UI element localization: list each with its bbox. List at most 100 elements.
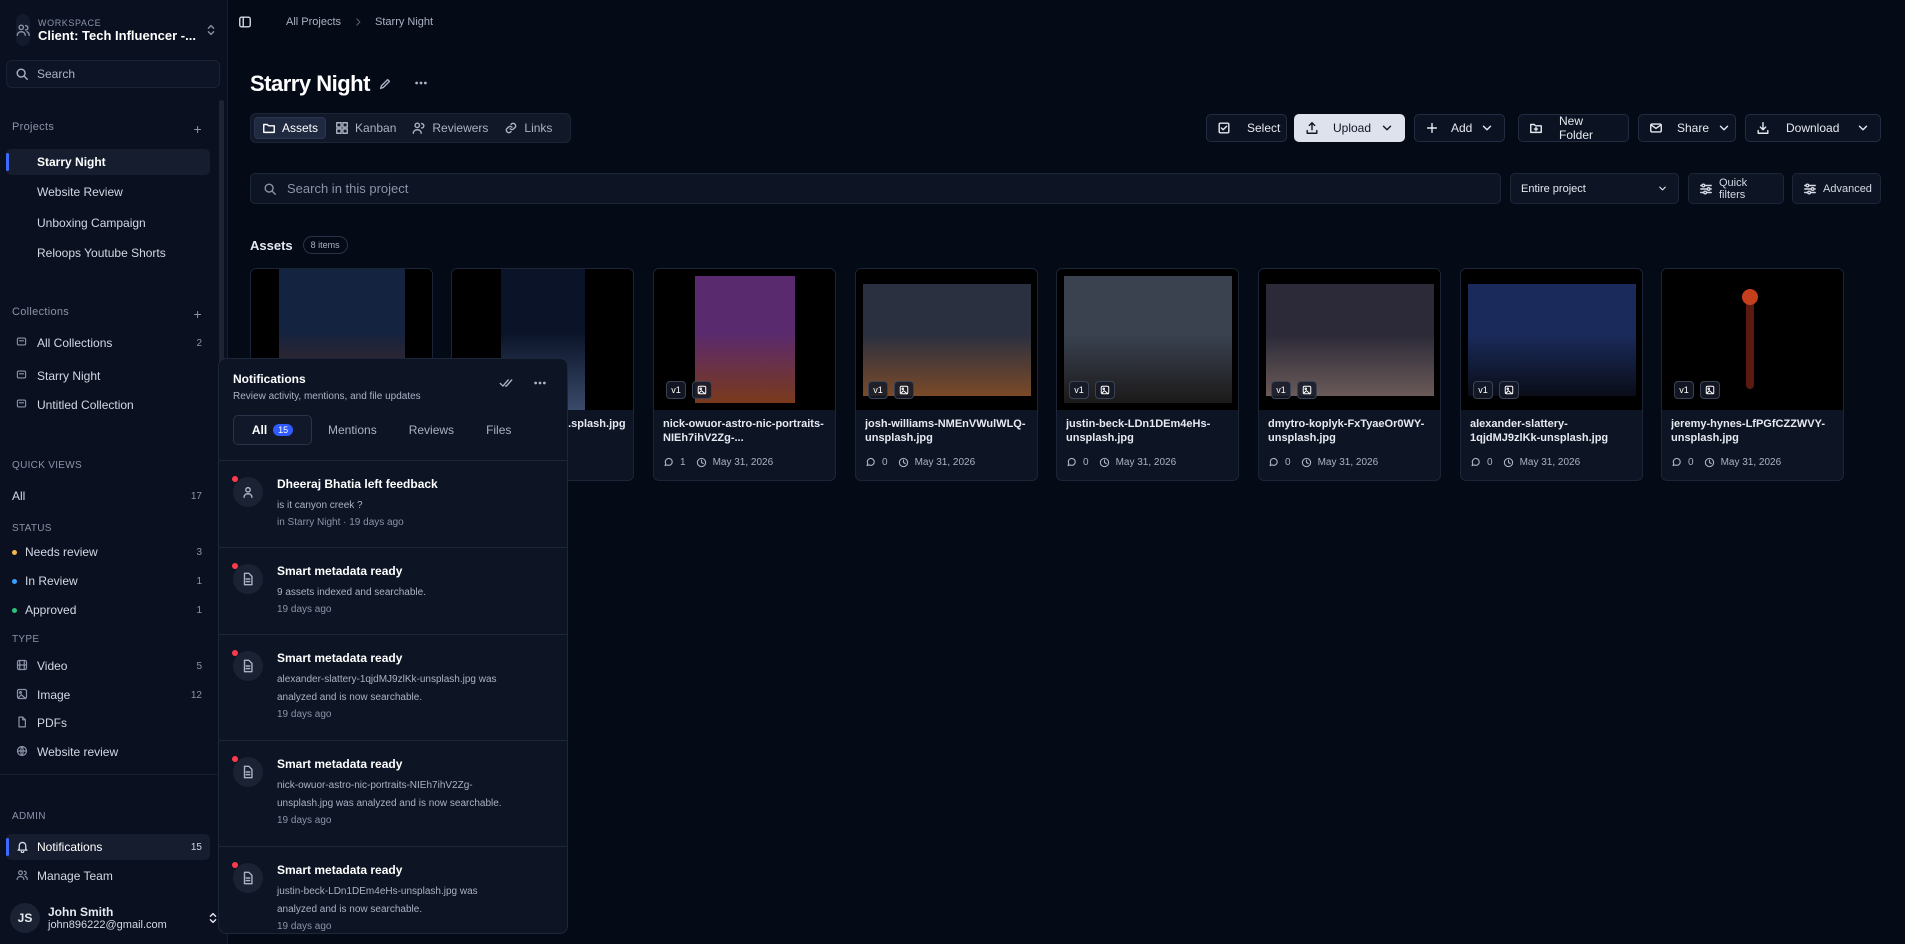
notification-item[interactable]: Smart metadata ready nick-owuor-astro-ni… bbox=[219, 740, 567, 846]
status-heading-label: STATUS bbox=[12, 523, 52, 534]
tab-label: Files bbox=[486, 423, 512, 437]
mark-all-read-icon[interactable] bbox=[499, 376, 513, 390]
share-button[interactable]: Share bbox=[1638, 114, 1736, 142]
link-icon bbox=[504, 121, 518, 135]
sidebar-status-in-review[interactable]: In Review 1 bbox=[6, 568, 210, 594]
asset-date: May 31, 2026 bbox=[1720, 457, 1782, 468]
user-menu[interactable]: JS John Smith john896222@gmail.com bbox=[10, 900, 220, 936]
sidebar-collection-starry-night[interactable]: Starry Night bbox=[6, 363, 210, 389]
image-icon bbox=[1499, 381, 1519, 399]
notification-time: 19 days ago bbox=[277, 709, 332, 720]
sidebar-status-needs-review[interactable]: Needs review 3 bbox=[6, 539, 210, 565]
comment-count: 0 bbox=[1083, 457, 1089, 468]
sidebar-collection-all[interactable]: All Collections 2 bbox=[6, 330, 210, 356]
sliders-icon bbox=[1699, 182, 1713, 196]
chevron-down-icon[interactable] bbox=[1480, 121, 1494, 135]
asset-card[interactable]: v1 josh-williams-NMEnVWulWLQ-unsplash.jp… bbox=[855, 268, 1038, 481]
scope-value: Entire project bbox=[1521, 182, 1586, 195]
asset-name: justin-beck-LDn1DEm4eHs-unsplash.jpg bbox=[1066, 418, 1211, 444]
image-icon bbox=[16, 688, 28, 700]
workspace-switcher[interactable]: WORKSPACE Client: Tech Influencer -... bbox=[10, 10, 218, 50]
notifications-count: 15 bbox=[190, 841, 202, 853]
tab-files[interactable]: Files bbox=[472, 415, 525, 445]
asset-card[interactable]: v1 justin-beck-LDn1DEm4eHs-unsplash.jpg … bbox=[1056, 268, 1239, 481]
upload-button[interactable]: Upload bbox=[1294, 114, 1405, 142]
sidebar-admin-notifications[interactable]: Notifications 15 bbox=[6, 834, 210, 860]
tab-mentions[interactable]: Mentions bbox=[314, 415, 391, 445]
notification-desc: 9 assets indexed and searchable. bbox=[277, 587, 426, 598]
sidebar-project-unboxing-campaign[interactable]: Unboxing Campaign bbox=[6, 210, 210, 236]
chevron-updown-icon bbox=[204, 23, 218, 37]
quick-all-count: 17 bbox=[190, 490, 202, 502]
sidebar-project-reloops[interactable]: Reloops Youtube Shorts bbox=[6, 240, 210, 266]
select-button[interactable]: Select bbox=[1206, 114, 1287, 142]
sidebar-project-website-review[interactable]: Website Review bbox=[6, 179, 210, 205]
folder-icon bbox=[262, 121, 276, 135]
chevron-down-icon[interactable] bbox=[1717, 121, 1731, 135]
edit-pencil-icon[interactable] bbox=[378, 77, 392, 91]
download-label: Download bbox=[1786, 121, 1840, 135]
sidebar-toggle-icon[interactable] bbox=[238, 15, 252, 29]
sidebar-type-image[interactable]: Image 12 bbox=[6, 682, 210, 708]
notification-item[interactable]: Smart metadata ready 9 assets indexed an… bbox=[219, 547, 567, 634]
document-icon bbox=[233, 651, 263, 681]
sidebar: WORKSPACE Client: Tech Influencer -... S… bbox=[0, 0, 228, 944]
notification-item[interactable]: Smart metadata ready alexander-slattery-… bbox=[219, 634, 567, 740]
status-count: 1 bbox=[196, 604, 202, 616]
comment-count: 0 bbox=[1285, 457, 1291, 468]
chevron-down-icon[interactable] bbox=[1380, 121, 1394, 135]
search-placeholder: Search in this project bbox=[287, 181, 409, 196]
tab-label: Reviewers bbox=[432, 121, 489, 135]
sidebar-quick-all[interactable]: All 17 bbox=[6, 483, 210, 509]
new-folder-button[interactable]: New Folder bbox=[1518, 114, 1629, 142]
sidebar-collection-untitled[interactable]: Untitled Collection bbox=[6, 392, 210, 418]
notification-list: Dheeraj Bhatia left feedback is it canyo… bbox=[219, 460, 567, 933]
status-label: Approved bbox=[25, 603, 77, 617]
download-button[interactable]: Download bbox=[1745, 114, 1881, 142]
add-collection-icon[interactable]: + bbox=[194, 306, 202, 322]
project-label: Website Review bbox=[37, 185, 123, 199]
more-horizontal-icon[interactable] bbox=[414, 76, 428, 90]
tab-assets[interactable]: Assets bbox=[254, 117, 327, 139]
advanced-filters-button[interactable]: Advanced bbox=[1792, 173, 1881, 204]
comment-icon bbox=[1066, 457, 1077, 468]
globe-icon bbox=[16, 745, 28, 757]
add-project-icon[interactable]: + bbox=[194, 121, 202, 137]
status-count: 1 bbox=[196, 575, 202, 587]
sidebar-status-approved[interactable]: Approved 1 bbox=[6, 597, 210, 623]
tab-kanban[interactable]: Kanban bbox=[328, 117, 403, 139]
asset-card[interactable]: v1 alexander-slattery-1qjdMJ9zlKk-unspla… bbox=[1460, 268, 1643, 481]
sidebar-search[interactable]: Search bbox=[6, 60, 220, 88]
tab-reviewers[interactable]: Reviewers bbox=[405, 117, 495, 139]
chevron-down-icon[interactable] bbox=[1856, 121, 1870, 135]
tab-links[interactable]: Links bbox=[497, 117, 559, 139]
notification-item[interactable]: Dheeraj Bhatia left feedback is it canyo… bbox=[219, 460, 567, 547]
type-heading-label: TYPE bbox=[12, 634, 40, 645]
add-button[interactable]: Add bbox=[1414, 114, 1505, 142]
type-label: Website review bbox=[37, 745, 119, 759]
project-search-input[interactable]: Search in this project bbox=[250, 173, 1501, 204]
sidebar-type-website-review[interactable]: Website review bbox=[6, 739, 210, 765]
asset-card[interactable]: v1 dmytro-koplyk-FxTyaeOr0WY-unsplash.jp… bbox=[1258, 268, 1441, 481]
quick-filters-button[interactable]: Quick filters bbox=[1688, 173, 1784, 204]
sidebar-admin-manage-team[interactable]: Manage Team bbox=[6, 863, 210, 889]
tab-reviews[interactable]: Reviews bbox=[395, 415, 468, 445]
breadcrumb: All Projects Starry Night bbox=[238, 12, 433, 32]
asset-card[interactable]: v1 jeremy-hynes-LfPGfCZZWVY-unsplash.jpg… bbox=[1661, 268, 1844, 481]
admin-label: Notifications bbox=[37, 840, 103, 854]
comment-count: 0 bbox=[1487, 457, 1493, 468]
notification-item[interactable]: Smart metadata ready justin-beck-LDn1DEm… bbox=[219, 846, 567, 933]
type-label: Video bbox=[37, 659, 68, 673]
asset-card[interactable]: v1 nick-owuor-astro-nic-portraits-NIEh7i… bbox=[653, 268, 836, 481]
tab-all[interactable]: All 15 bbox=[233, 415, 312, 445]
more-horizontal-icon[interactable] bbox=[533, 376, 547, 390]
sliders-icon bbox=[1803, 182, 1817, 196]
search-scope-select[interactable]: Entire project bbox=[1510, 173, 1679, 204]
asset-date: May 31, 2026 bbox=[1519, 457, 1581, 468]
comment-icon bbox=[663, 457, 674, 468]
sidebar-type-pdfs[interactable]: PDFs bbox=[6, 710, 210, 736]
sidebar-type-video[interactable]: Video 5 bbox=[6, 653, 210, 679]
breadcrumb-all-projects[interactable]: All Projects bbox=[286, 16, 341, 28]
sidebar-project-starry-night[interactable]: Starry Night bbox=[6, 149, 210, 175]
new-folder-label: New Folder bbox=[1559, 114, 1594, 142]
